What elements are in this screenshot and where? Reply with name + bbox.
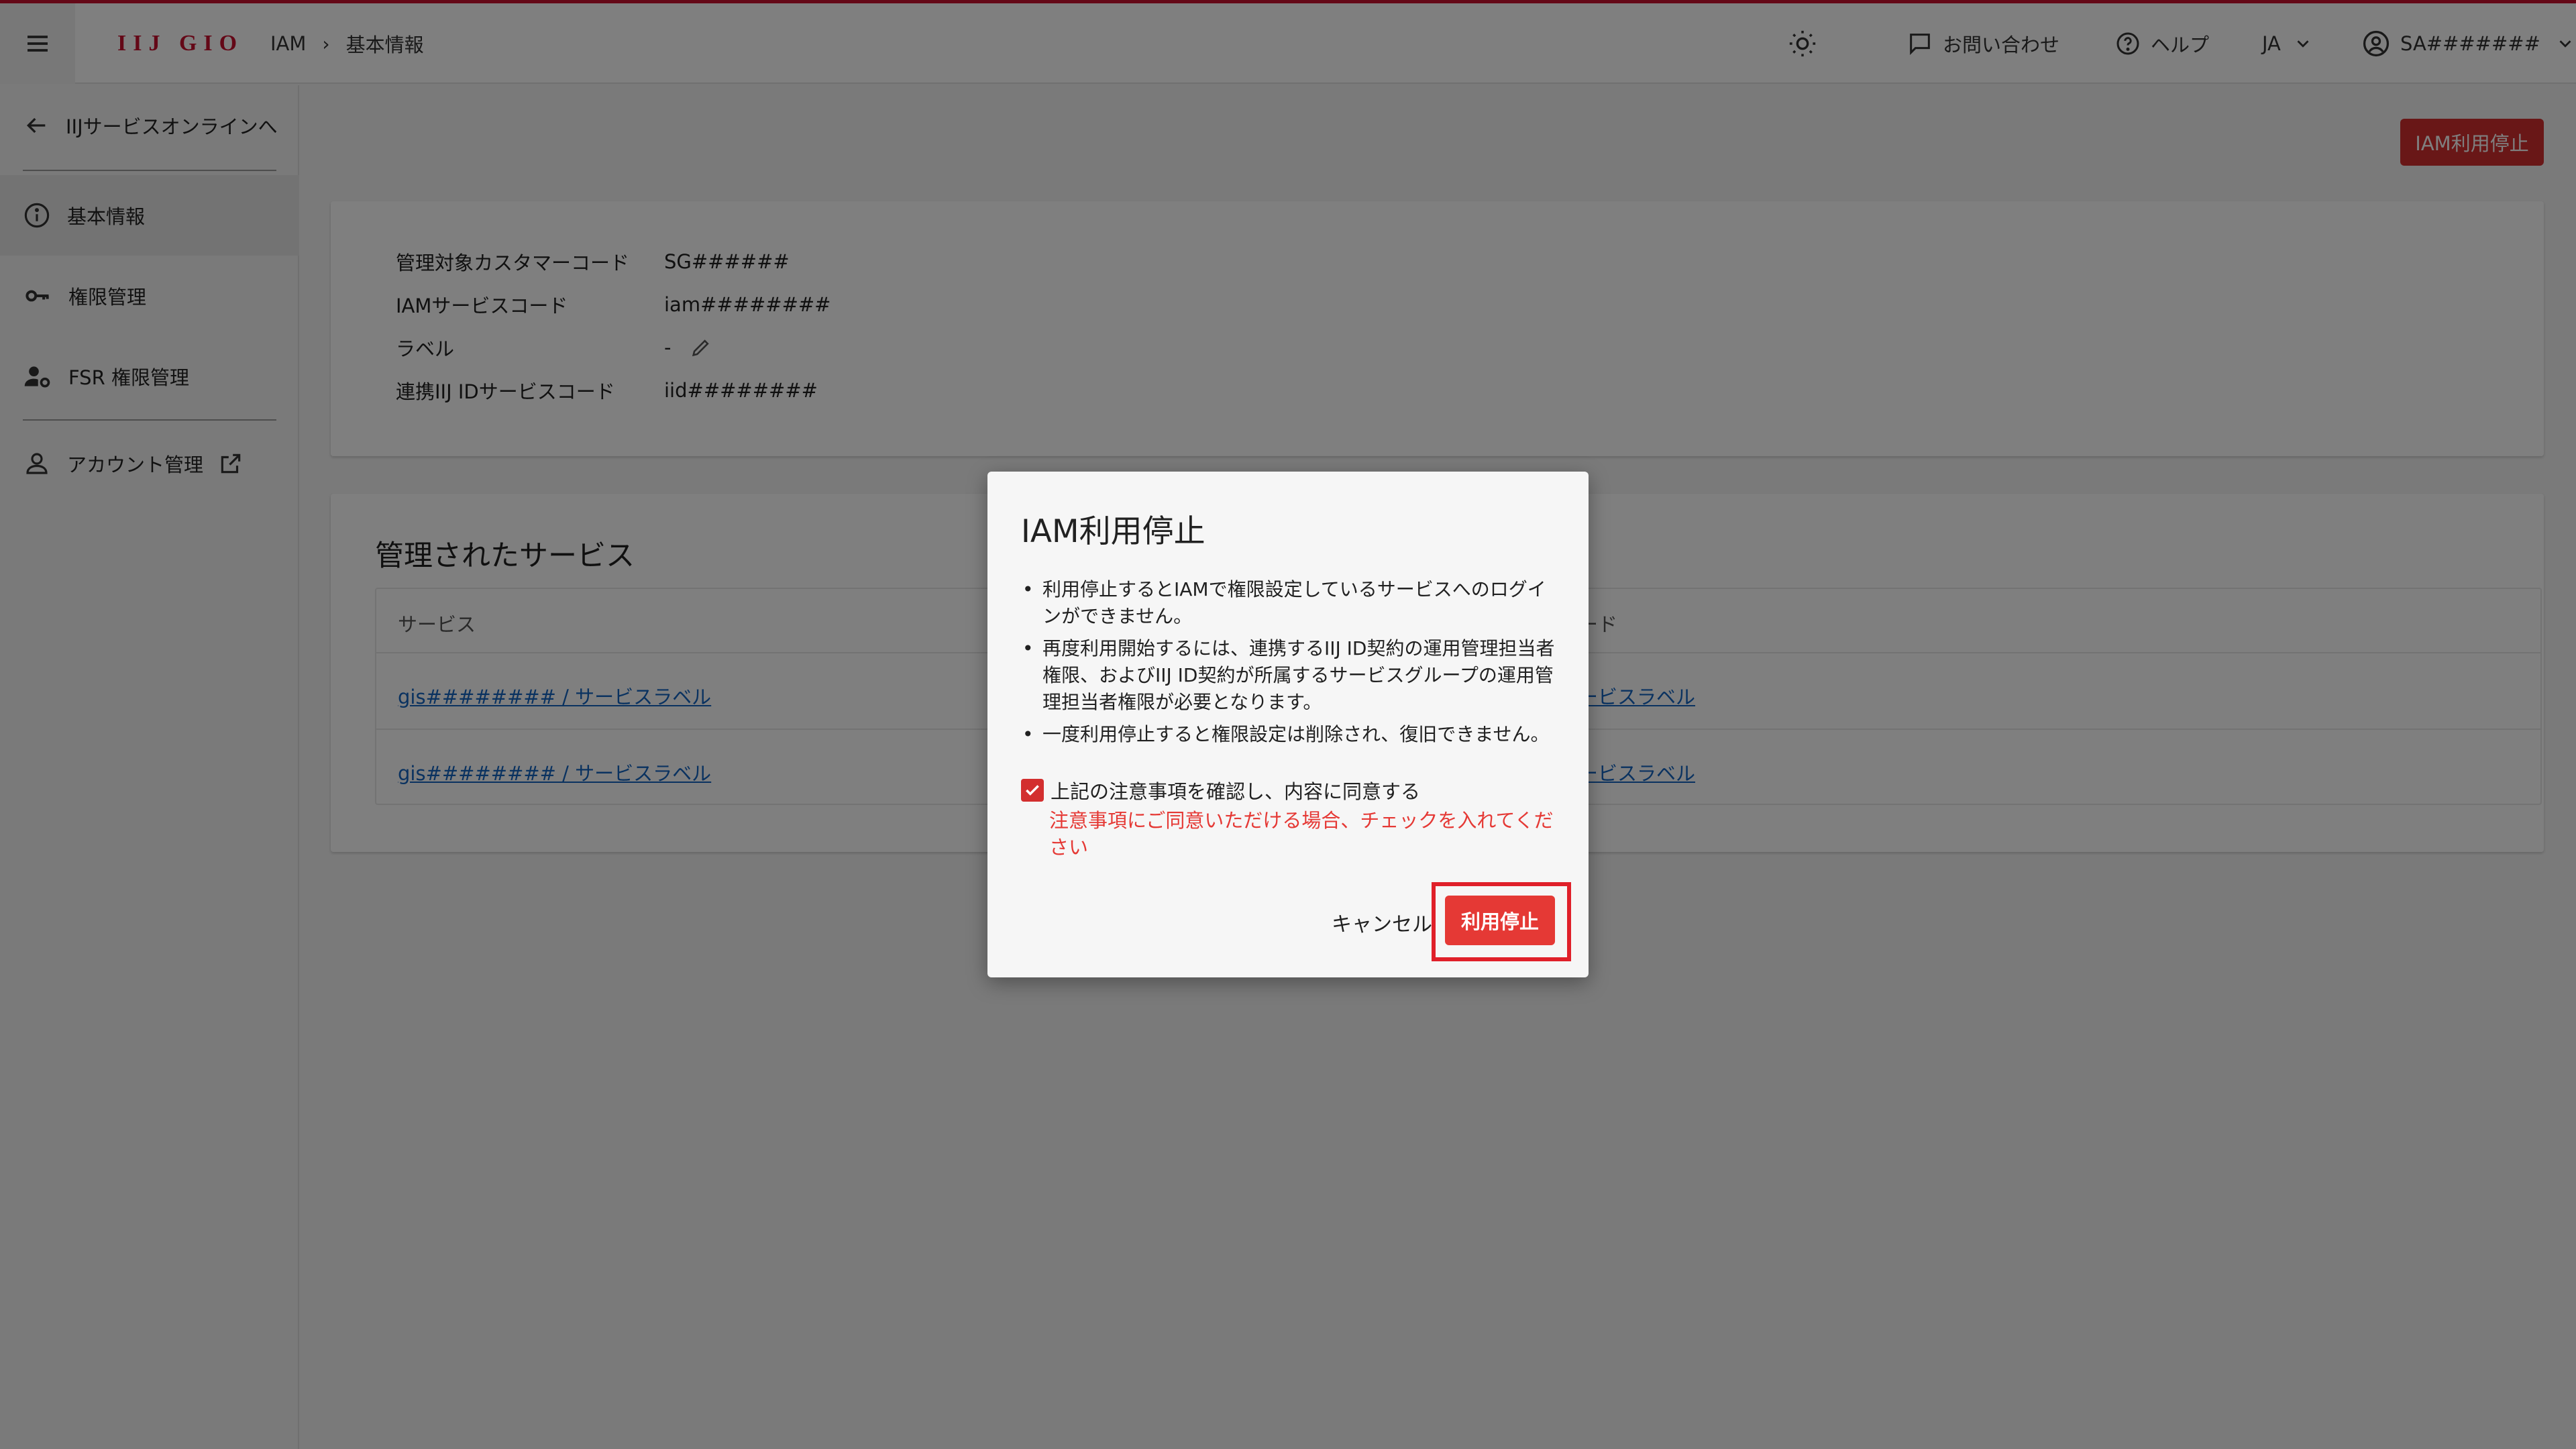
agree-checkbox[interactable] [1021,779,1044,802]
iam-stop-dialog: IAM利用停止 利用停止するとIAMで権限設定しているサービスへのログインができ… [987,472,1589,977]
error-message: 注意事項にご同意いただける場合、チェックを入れてください [1049,809,1554,859]
agree-label: 上記の注意事項を確認し、内容に同意する [1051,780,1421,803]
dialog-title: IAM利用停止 [1021,513,1205,550]
dialog-notes: 利用停止するとIAMで権限設定しているサービスへのログインができません。 再度利… [1021,576,1564,753]
confirm-stop-button[interactable]: 利用停止 [1445,896,1555,945]
note-item: 一度利用停止すると権限設定は削除され、復旧できません。 [1021,721,1564,748]
note-item: 再度利用開始するには、連携するIIJ ID契約の運用管理担当者権限、およびIIJ… [1021,635,1564,716]
note-item: 利用停止するとIAMで権限設定しているサービスへのログインができません。 [1021,576,1564,630]
checkmark-icon [1026,785,1039,796]
agree-checkbox-row[interactable]: 上記の注意事項を確認し、内容に同意する [1021,776,1420,804]
